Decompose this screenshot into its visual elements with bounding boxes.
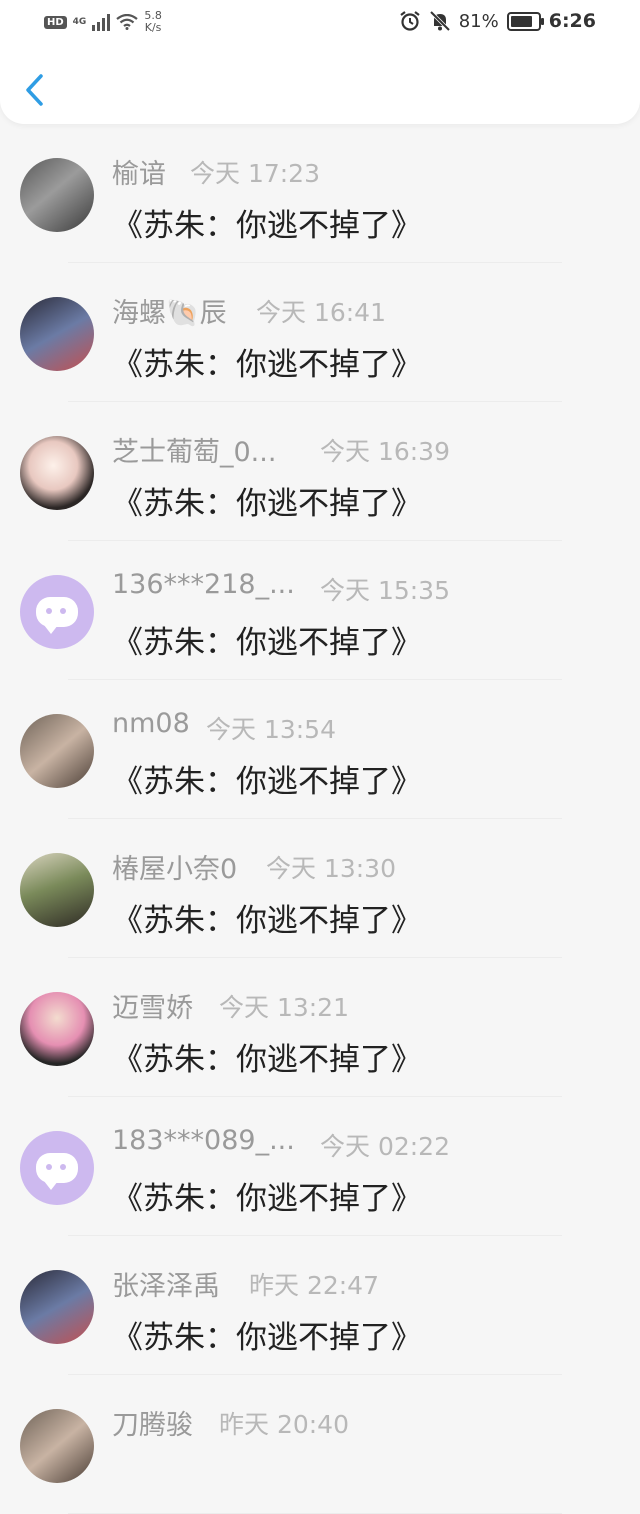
message-row[interactable]: 183***089_... 今天 02:22 《苏朱：你逃不掉了》 [0,1097,640,1236]
avatar[interactable] [20,992,94,1066]
message-text: 《苏朱：你逃不掉了》 [112,764,422,800]
sender-name[interactable]: 海螺🐚辰 [112,291,227,330]
sender-name[interactable]: 榆谙 [112,152,166,191]
message-row[interactable]: 迈雪娇 今天 13:21 《苏朱：你逃不掉了》 [0,958,640,1097]
sender-name[interactable]: 183***089_... [112,1125,295,1156]
battery-icon [506,11,544,31]
message-time: 今天 13:30 [266,854,396,883]
message-time: 今天 02:22 [320,1132,450,1161]
message-row[interactable]: nm08 今天 13:54 《苏朱：你逃不掉了》 [0,680,640,819]
message-row[interactable]: 椿屋小奈0 今天 13:30 《苏朱：你逃不掉了》 [0,819,640,958]
message-text: 《苏朱：你逃不掉了》 [112,625,422,661]
message-time: 昨天 20:40 [219,1410,349,1439]
message-time: 今天 16:39 [320,437,450,466]
avatar[interactable] [20,436,94,510]
signal-icon [92,13,111,31]
eye-dot [46,1164,52,1170]
message-time: 昨天 22:47 [249,1271,379,1300]
sender-name[interactable]: nm08 [112,708,190,739]
alarm-icon [400,11,420,31]
message-row[interactable]: 海螺🐚辰 今天 16:41 《苏朱：你逃不掉了》 [0,263,640,402]
sender-name[interactable]: 张泽泽禹 [112,1264,220,1303]
message-time: 今天 16:41 [256,298,386,327]
avatar[interactable] [20,853,94,927]
message-time: 今天 15:35 [320,576,450,605]
chat-bubble-icon [36,597,78,634]
avatar[interactable] [20,1131,94,1205]
message-list: 榆谙 今天 17:23 《苏朱：你逃不掉了》 海螺🐚辰 今天 16:41 《苏朱：你逃不掉… [0,124,640,1514]
message-row[interactable]: 张泽泽禹 昨天 22:47 《苏朱：你逃不掉了》 [0,1236,640,1375]
network-speed: 5.8 K/s [144,10,162,34]
eye-dot [60,608,66,614]
message-text: 《苏朱：你逃不掉了》 [112,347,422,383]
message-text: 《苏朱：你逃不掉了》 [112,486,422,522]
message-time: 今天 17:23 [190,159,320,188]
wifi-icon [116,14,139,30]
sender-name[interactable]: 迈雪娇 [112,986,193,1025]
hd-icon: HD [44,15,67,29]
avatar[interactable] [20,1409,94,1483]
message-row[interactable]: 136***218_... 今天 15:35 《苏朱：你逃不掉了》 [0,541,640,680]
status-bar-right: 81% 6:26 [399,10,596,32]
message-row[interactable]: 刀腾骏 昨天 20:40 [0,1375,640,1514]
clock: 6:26 [548,10,596,32]
message-row[interactable]: 榆谙 今天 17:23 《苏朱：你逃不掉了》 [0,124,640,263]
message-text: 《苏朱：你逃不掉了》 [112,1320,422,1356]
chat-bubble-icon [36,1153,78,1190]
message-text: 《苏朱：你逃不掉了》 [112,208,422,244]
avatar[interactable] [20,158,94,232]
speed-unit: K/s [144,21,162,34]
sender-name[interactable]: 芝士葡萄_0... [112,430,276,469]
message-text: 《苏朱：你逃不掉了》 [112,1042,422,1078]
avatar[interactable] [20,1270,94,1344]
sender-name[interactable]: 刀腾骏 [112,1403,193,1442]
network-type: 4G [72,17,87,27]
sender-name[interactable]: 136***218_... [112,569,295,600]
eye-dot [46,608,52,614]
avatar[interactable] [20,297,94,371]
message-text: 《苏朱：你逃不掉了》 [112,903,422,939]
mute-bell-icon [429,10,450,32]
message-row[interactable]: 芝士葡萄_0... 今天 16:39 《苏朱：你逃不掉了》 [0,402,640,541]
eye-dot [60,1164,66,1170]
avatar[interactable] [20,714,94,788]
status-bar-left: HD 4G 5.8 K/s [44,10,162,34]
message-time: 今天 13:21 [219,993,349,1022]
message-time: 今天 13:54 [206,715,336,744]
top-bar: HD 4G 5.8 K/s 81% 6:26 [0,0,640,124]
message-text: 《苏朱：你逃不掉了》 [112,1181,422,1217]
avatar[interactable] [20,575,94,649]
sender-name[interactable]: 椿屋小奈0 [112,847,237,886]
battery-fill [510,15,532,27]
battery-percent: 81% [458,10,499,32]
back-arrow-icon[interactable] [20,70,50,110]
